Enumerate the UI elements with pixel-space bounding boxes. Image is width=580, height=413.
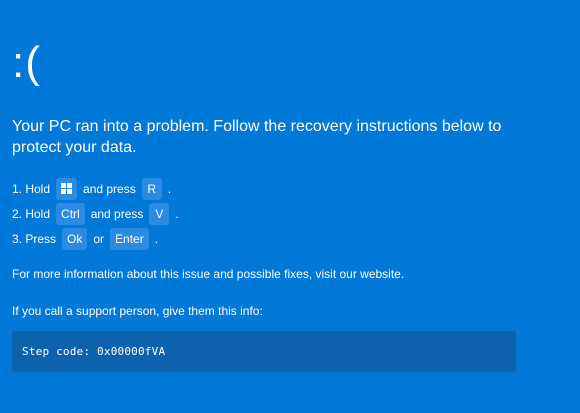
step-3-suffix: . bbox=[154, 231, 159, 246]
step-1: 1. Hold and press R . bbox=[12, 176, 552, 201]
r-key: R bbox=[141, 177, 162, 200]
step-code: Step code: 0x00000fVA bbox=[22, 345, 166, 358]
step-2: 2. Hold Ctrl and press V . bbox=[12, 201, 552, 226]
step-1-suffix: . bbox=[167, 181, 172, 196]
windows-key bbox=[56, 177, 78, 200]
step-2-middle: and press bbox=[90, 206, 144, 221]
v-key: V bbox=[149, 202, 170, 225]
recovery-steps: 1. Hold and press R . 2. Hold Ctrl and p… bbox=[12, 176, 552, 251]
step-3-middle: or bbox=[93, 231, 105, 246]
ctrl-key: Ctrl bbox=[56, 202, 85, 225]
step-code-box: Step code: 0x00000fVA bbox=[12, 331, 516, 372]
step-1-middle: and press bbox=[83, 181, 136, 196]
ok-key: Ok bbox=[62, 227, 88, 250]
step-3-prefix: 3. Press bbox=[12, 231, 57, 246]
bsod-screen: :( Your PC ran into a problem. Follow th… bbox=[12, 0, 572, 413]
more-info-text: For more information about this issue an… bbox=[12, 267, 405, 281]
error-headline: Your PC ran into a problem. Follow the r… bbox=[12, 118, 502, 156]
enter-key: Enter bbox=[110, 227, 149, 250]
support-text: If you call a support person, give them … bbox=[12, 304, 263, 318]
windows-logo-icon bbox=[61, 183, 73, 194]
step-1-prefix: 1. Hold bbox=[12, 181, 51, 196]
sad-face-emoticon: :( bbox=[12, 38, 41, 87]
step-2-suffix: . bbox=[175, 206, 179, 221]
step-2-prefix: 2. Hold bbox=[12, 206, 51, 221]
step-3: 3. Press Ok or Enter . bbox=[12, 226, 552, 251]
